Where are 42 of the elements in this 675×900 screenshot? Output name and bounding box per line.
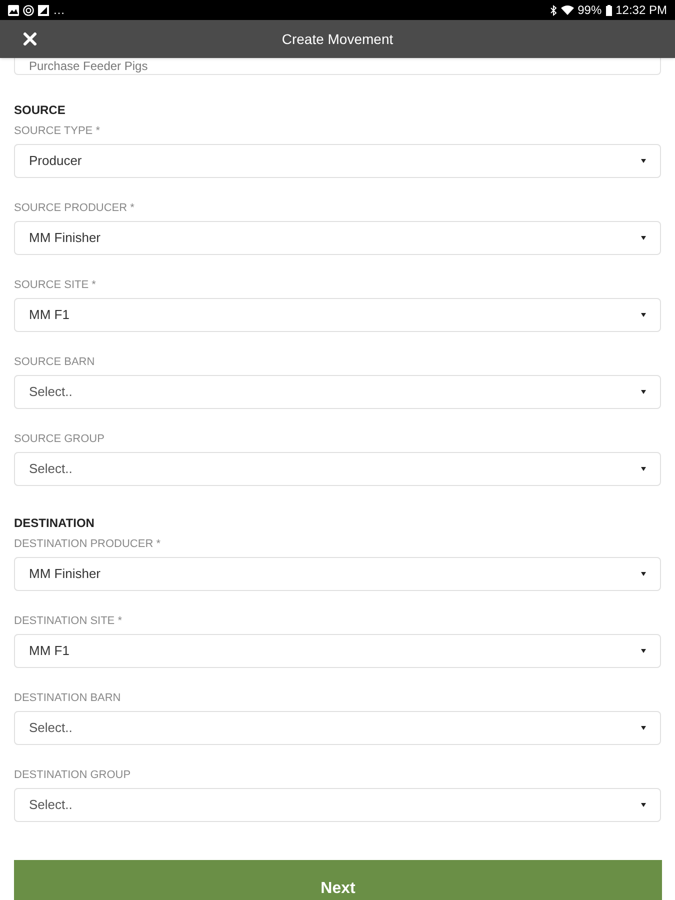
- field-label: DESTINATION BARN: [14, 691, 122, 706]
- field-label: SOURCE SITE *: [14, 278, 97, 294]
- field-label: DESTINATION SITE *: [14, 614, 123, 630]
- dropdown-caret-icon: [641, 467, 646, 471]
- dropdown-caret-icon: [641, 726, 646, 730]
- field-label: DESTINATION PRODUCER *: [14, 537, 162, 552]
- image-icon: [8, 4, 19, 16]
- close-button[interactable]: [22, 31, 38, 47]
- select-field[interactable]: Select..: [14, 375, 661, 409]
- field-label: SOURCE BARN: [14, 355, 96, 370]
- picture-icon: [38, 4, 49, 16]
- field-label: SOURCE PRODUCER *: [14, 201, 136, 216]
- dropdown-caret-icon: [641, 236, 646, 240]
- bluetooth-icon: [550, 4, 557, 16]
- battery-icon: [606, 4, 612, 16]
- dropdown-caret-icon: [641, 572, 646, 576]
- dropdown-caret-icon: [641, 803, 646, 807]
- select-field[interactable]: Select..: [14, 788, 661, 822]
- select-field[interactable]: MM F1: [14, 634, 661, 668]
- select-field[interactable]: MM Finisher: [14, 221, 661, 255]
- wifi-icon: [560, 5, 574, 15]
- battery-percent: 99%: [578, 2, 602, 19]
- dropdown-caret-icon: [641, 649, 646, 653]
- select-field[interactable]: Select..: [14, 452, 661, 486]
- select-field[interactable]: Select..: [14, 711, 661, 745]
- target-icon: [23, 4, 34, 16]
- select-field[interactable]: MM F1: [14, 298, 661, 332]
- field-label: SOURCE GROUP: [14, 432, 106, 448]
- select-field[interactable]: Producer: [14, 144, 661, 178]
- more-notifications-text: …: [53, 2, 65, 19]
- dropdown-caret-icon: [641, 390, 646, 394]
- field-label: SOURCE TYPE *: [14, 124, 101, 140]
- next-button[interactable]: Next: [14, 860, 662, 900]
- select-field[interactable]: Purchase Feeder Pigs: [14, 58, 661, 75]
- select-field[interactable]: MM Finisher: [14, 557, 661, 591]
- dropdown-caret-icon: [641, 159, 646, 163]
- header-title: Create Movement: [282, 30, 394, 48]
- clock-time: 12:32 PM: [616, 2, 667, 19]
- section-heading: SOURCE: [14, 102, 66, 119]
- dropdown-caret-icon: [641, 313, 646, 317]
- section-heading: DESTINATION: [14, 515, 96, 532]
- field-label: DESTINATION GROUP: [14, 768, 132, 784]
